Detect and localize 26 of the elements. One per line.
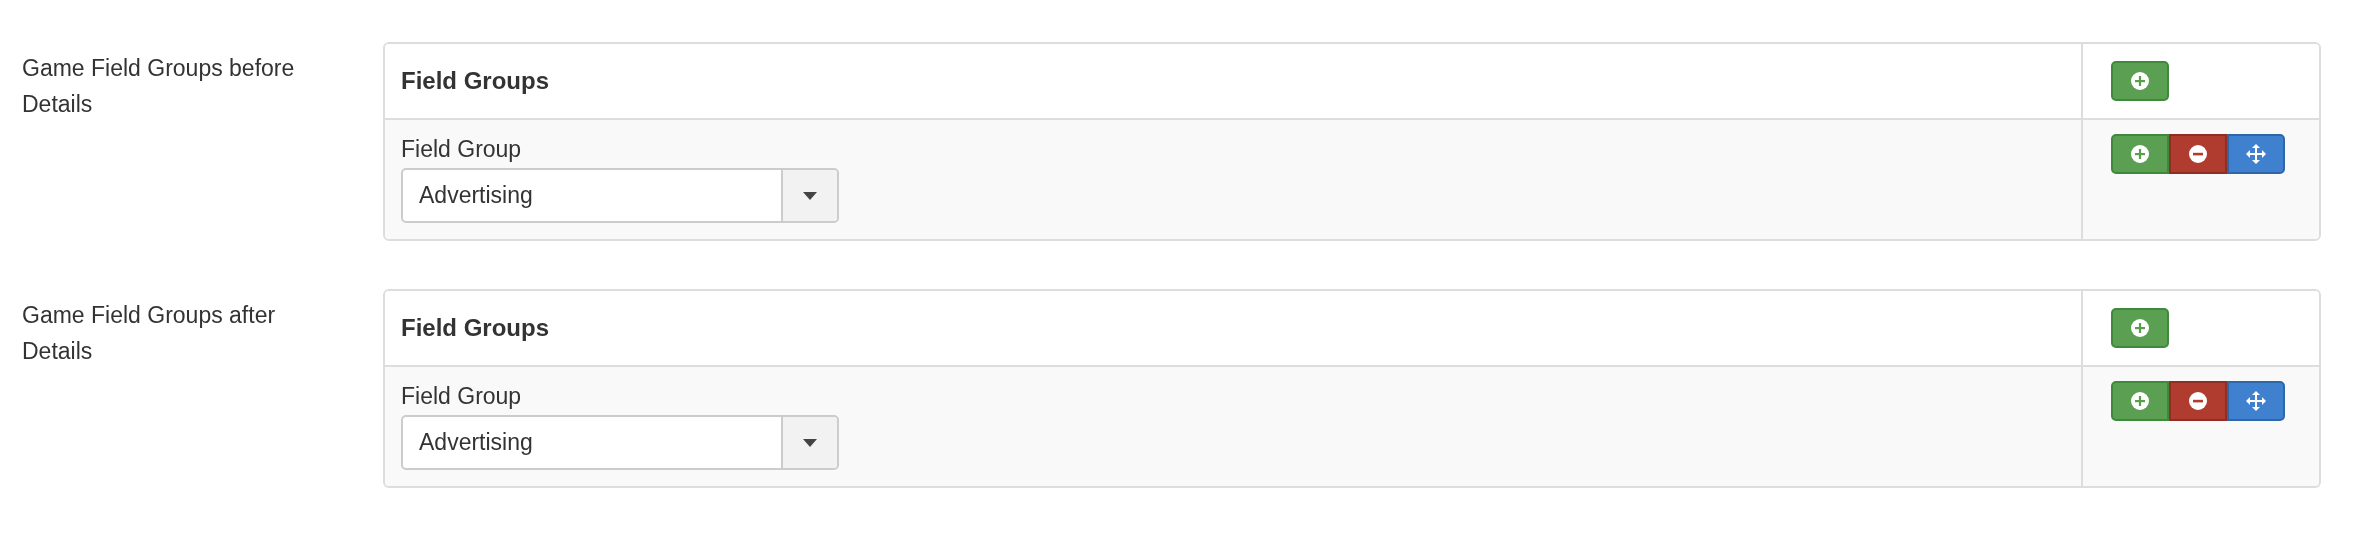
plus-circle-icon [2131,145,2149,163]
caret-icon [803,191,817,200]
add-button[interactable] [2111,308,2169,348]
remove-button[interactable] [2169,381,2227,421]
field-label: Field Group [401,382,523,411]
select-field[interactable]: Advertising [401,168,839,223]
field-label: Field Group [401,135,523,164]
move-icon [2246,144,2266,164]
move-button[interactable] [2227,134,2285,174]
table-header: Field Groups [385,44,2081,120]
table-header: Field Groups [385,291,2081,367]
select-field[interactable]: Advertising [401,415,839,470]
add-button[interactable] [2111,381,2169,421]
caret-icon [803,438,817,447]
plus-circle-icon [2131,72,2149,90]
move-button[interactable] [2227,381,2285,421]
field-label: Game Field Groups after Details [22,301,277,366]
add-button[interactable] [2111,134,2169,174]
move-icon [2246,391,2266,411]
plus-circle-icon [2131,319,2149,337]
minus-circle-icon [2189,145,2207,163]
minus-circle-icon [2189,392,2207,410]
remove-button[interactable] [2169,134,2227,174]
add-button[interactable] [2111,61,2169,101]
field-label: Game Field Groups before Details [22,54,296,119]
plus-circle-icon [2131,392,2149,410]
